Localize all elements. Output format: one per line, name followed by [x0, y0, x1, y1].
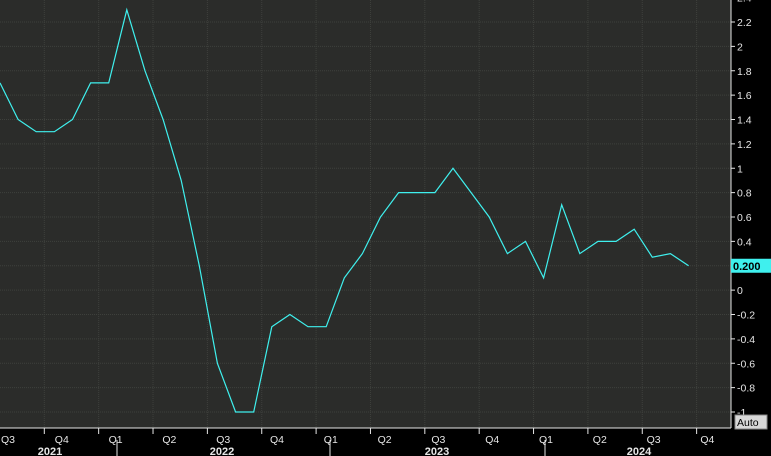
y-tick-label: 1.6	[737, 90, 752, 102]
line-chart: 2.42.221.81.61.41.210.80.60.40.20-0.2-0.…	[0, 0, 771, 456]
x-tick-label: Q2	[593, 434, 607, 446]
y-tick-label: 0	[737, 285, 743, 297]
y-axis: 2.42.221.81.61.41.210.80.60.40.20-0.2-0.…	[730, 0, 755, 428]
y-tick-label: -0.8	[737, 383, 755, 395]
x-year-label: 2024	[627, 446, 652, 456]
y-tick-label: 2.2	[737, 17, 752, 29]
x-tick-label: Q4	[55, 434, 69, 446]
x-tick-label: Q4	[700, 434, 714, 446]
last-value-marker: 0.200	[731, 258, 771, 273]
x-tick-label: Q4	[485, 434, 499, 446]
y-tick-label: 2.4	[737, 0, 752, 5]
x-tick-label: Q1	[109, 434, 123, 446]
y-tick-label: -0.6	[737, 358, 755, 370]
x-tick-label: Q2	[378, 434, 392, 446]
y-tick-label: 1.8	[737, 66, 752, 78]
x-tick-label: Q3	[431, 434, 445, 446]
x-year-label: 2021	[38, 446, 62, 456]
y-tick-label: 1.4	[737, 115, 752, 127]
plot-area	[0, 0, 731, 428]
y-tick-label: -0.2	[737, 310, 755, 322]
x-year-label: 2022	[210, 446, 234, 456]
x-year-label: 2023	[425, 446, 449, 456]
y-tick-label: -0.4	[737, 334, 755, 346]
x-tick-label: Q4	[270, 434, 284, 446]
x-tick-label: Q1	[539, 434, 553, 446]
y-tick-label: 1	[737, 163, 743, 175]
x-tick-label: Q3	[647, 434, 661, 446]
y-tick-label: 0.6	[737, 212, 752, 224]
last-value-label: 0.200	[733, 261, 761, 273]
x-tick-label: Q3	[216, 434, 230, 446]
x-axis: Q3 Q4 Q1 Q2 Q3 Q4 Q1 Q2 Q3 Q4 Q1 Q2 Q3 Q42021 2022 2023…	[0, 427, 731, 456]
x-tick-label: Q2	[162, 434, 176, 446]
y-tick-label: 1.2	[737, 139, 752, 151]
auto-button[interactable]: Auto	[734, 414, 768, 430]
x-tick-label: Q1	[324, 434, 338, 446]
x-tick-label: Q3	[1, 434, 15, 446]
y-tick-label: 2	[737, 41, 743, 53]
y-tick-label: 0.4	[737, 236, 752, 248]
y-tick-label: 0.8	[737, 188, 752, 200]
auto-button-label[interactable]: Auto	[737, 417, 759, 429]
